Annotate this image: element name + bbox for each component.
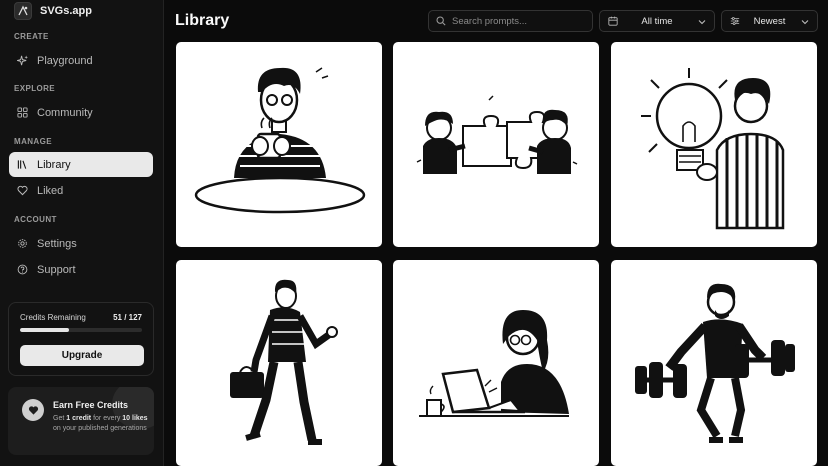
chevron-down-icon	[698, 20, 706, 25]
illustration-walking	[230, 279, 338, 445]
earn-credits-card[interactable]: Earn Free Credits Get 1 credit for every…	[8, 387, 154, 455]
sidebar: SVGs.app CREATE Playground EXPLORE Commu…	[0, 0, 164, 466]
search-input[interactable]	[452, 15, 592, 27]
sidebar-item-label: Playground	[37, 54, 93, 67]
time-filter-select[interactable]: All time	[599, 10, 715, 32]
section-account: ACCOUNT	[14, 215, 57, 224]
gear-icon	[18, 239, 27, 248]
sort-select[interactable]: Newest	[721, 10, 818, 32]
library-icon	[17, 160, 27, 169]
section-manage: MANAGE	[14, 137, 52, 146]
illustration-laptop	[419, 310, 569, 417]
sidebar-item-support[interactable]: Support	[9, 257, 153, 282]
credits-count: 51 / 127	[113, 313, 142, 322]
sidebar-item-liked[interactable]: Liked	[9, 178, 153, 203]
page-title: Library	[175, 12, 230, 29]
sidebar-item-playground[interactable]: Playground	[9, 48, 153, 73]
credits-progress-bar	[20, 328, 142, 332]
gallery-card[interactable]	[393, 260, 599, 466]
gallery-card[interactable]	[393, 42, 599, 247]
gallery-card[interactable]	[611, 260, 817, 466]
sidebar-item-community[interactable]: Community	[9, 100, 153, 125]
upgrade-button[interactable]: Upgrade	[20, 345, 144, 366]
sidebar-item-label: Library	[37, 158, 71, 171]
gallery-card[interactable]	[176, 42, 382, 247]
gallery-card[interactable]	[611, 42, 817, 247]
earn-description: Get 1 credit for every 10 likes on your …	[53, 415, 148, 432]
sidebar-item-library[interactable]: Library	[9, 152, 153, 177]
credits-card: Credits Remaining 51 / 127 Upgrade	[8, 302, 154, 376]
time-filter-value: All time	[641, 15, 673, 27]
sidebar-item-label: Settings	[37, 237, 77, 250]
help-icon	[17, 264, 28, 275]
sidebar-item-label: Support	[37, 263, 76, 276]
grid-icon	[17, 107, 28, 118]
search-icon	[436, 16, 446, 26]
brand[interactable]: SVGs.app	[14, 2, 92, 20]
gallery-card[interactable]	[176, 260, 382, 466]
illustration-coffee	[194, 67, 366, 214]
sparkle-icon	[17, 55, 28, 66]
app-name: SVGs.app	[40, 5, 92, 17]
heart-icon	[17, 185, 28, 196]
illustration-dumbbells	[635, 283, 795, 443]
illustration-lightbulb	[641, 68, 785, 230]
logo-icon	[14, 2, 32, 20]
chevron-down-icon	[801, 20, 809, 25]
illustration-puzzle	[416, 95, 578, 174]
sidebar-item-label: Community	[37, 106, 93, 119]
sidebar-item-settings[interactable]: Settings	[9, 231, 153, 256]
section-explore: EXPLORE	[14, 84, 56, 93]
section-create: CREATE	[14, 32, 49, 41]
sidebar-item-label: Liked	[37, 184, 64, 197]
earn-title: Earn Free Credits	[53, 400, 129, 410]
credits-label: Credits Remaining	[20, 313, 86, 322]
credits-progress-fill	[20, 328, 69, 332]
heart-icon	[22, 399, 44, 421]
search-box[interactable]	[428, 10, 593, 32]
